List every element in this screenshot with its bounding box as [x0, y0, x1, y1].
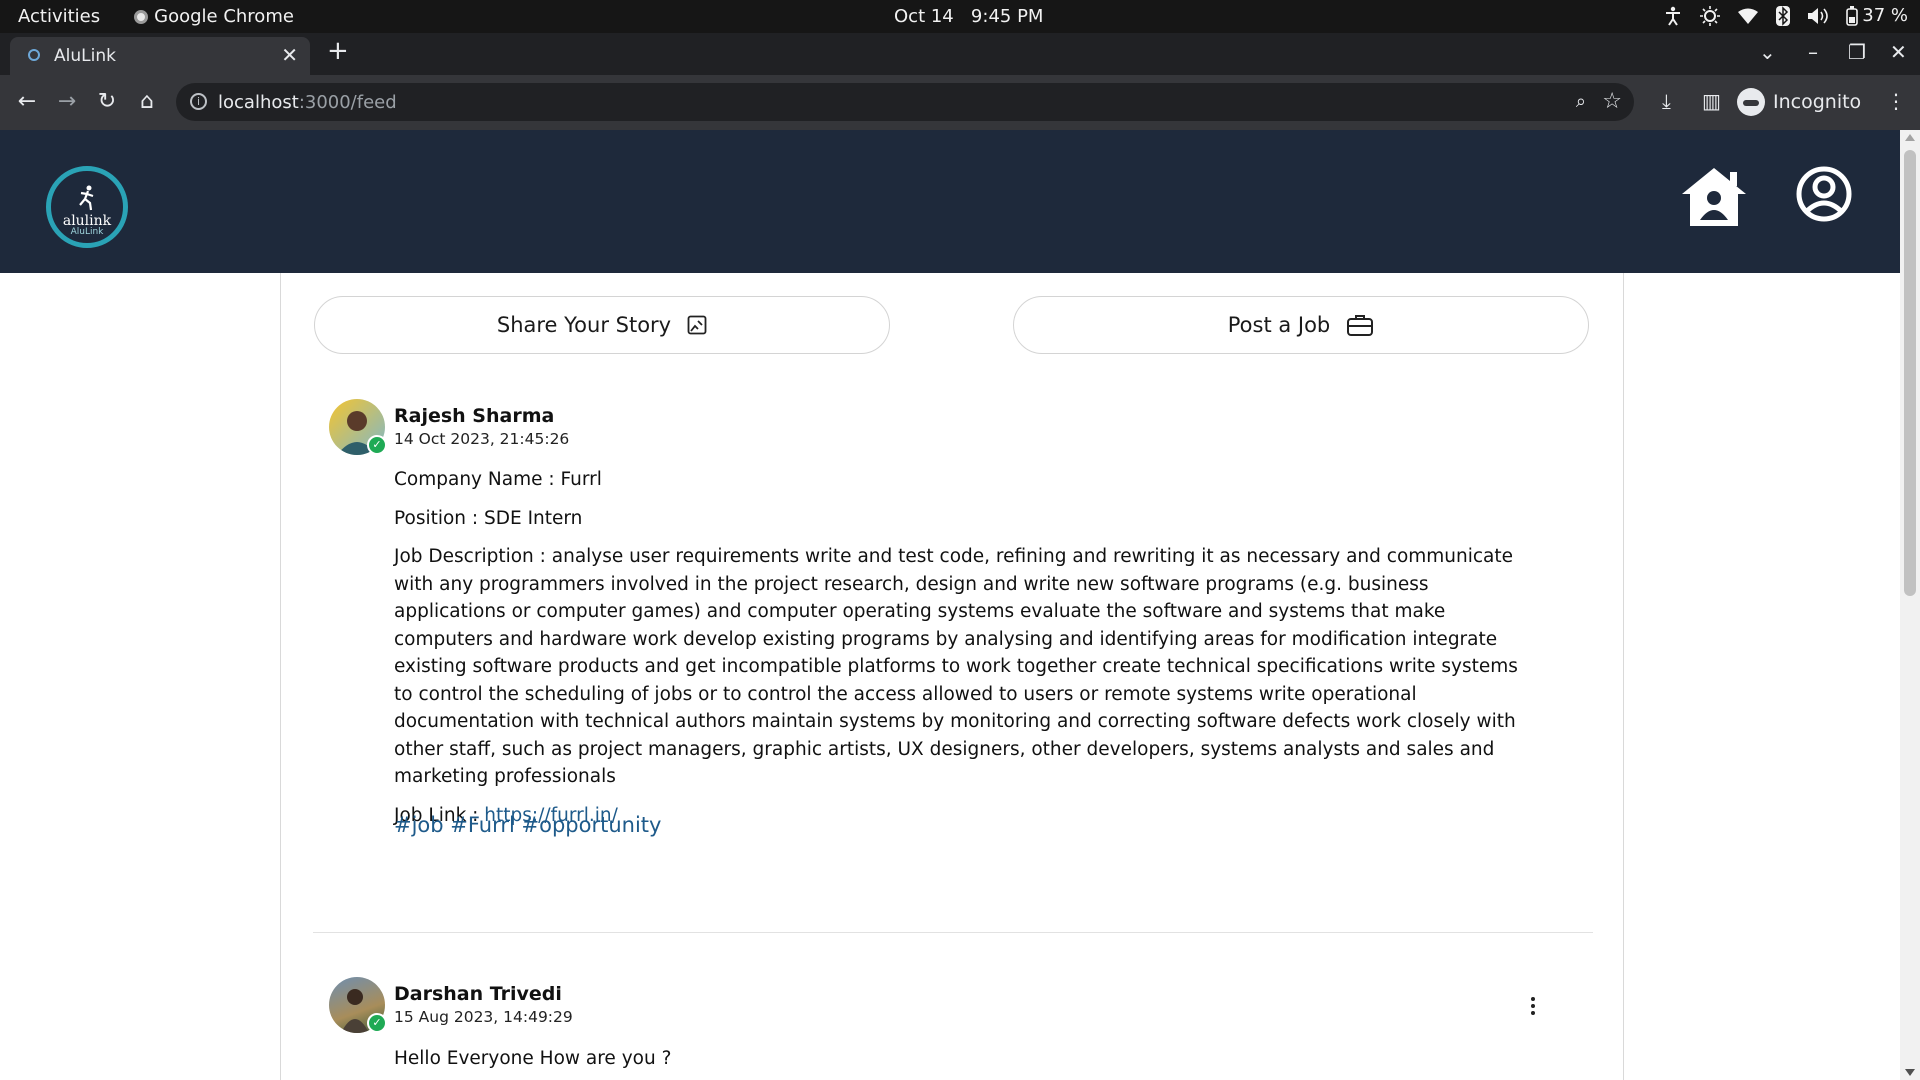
- bluetooth-icon: [1776, 5, 1791, 26]
- share-story-label: Share Your Story: [496, 313, 672, 337]
- post-body: Company Name : Furrl Position : SDE Inte…: [394, 466, 1539, 829]
- app-header: alulink AluLink: [0, 130, 1900, 273]
- browser-toolbar: ← → ↻ ⌂ i localhost:3000/feed ⌕ ☆ ⤓ ▥ In…: [0, 75, 1920, 130]
- description-text: Job Description : analyse user requireme…: [394, 546, 1518, 787]
- incognito-label: Incognito: [1773, 91, 1862, 113]
- battery-percent: 37 %: [1862, 5, 1908, 26]
- time-label: 9:45 PM: [970, 6, 1044, 27]
- date-label: Oct 14: [894, 6, 954, 27]
- company-line: Company Name : Furrl: [394, 469, 602, 490]
- post-tags[interactable]: #job #Furrl #opportunity: [394, 813, 661, 837]
- post-timestamp: 15 Aug 2023, 14:49:29: [394, 1008, 573, 1026]
- minimize-button[interactable]: –: [1808, 40, 1818, 64]
- back-button[interactable]: ←: [14, 89, 40, 115]
- home-user-icon[interactable]: [1680, 166, 1748, 228]
- restore-button[interactable]: ❐: [1848, 40, 1866, 64]
- post-divider: [313, 932, 1593, 933]
- feed-column: Share Your Story Post a Job ✓ Rajesh Sha…: [280, 273, 1624, 1080]
- site-info-icon[interactable]: i: [190, 93, 207, 110]
- app-name: Google Chrome: [154, 6, 294, 27]
- post-body: Hello Everyone How are you ?: [394, 1048, 672, 1069]
- battery-icon: [1846, 5, 1859, 26]
- close-tab-icon[interactable]: ✕: [281, 43, 298, 67]
- browser-tab[interactable]: AluLink ✕: [10, 37, 310, 75]
- menu-kebab-icon[interactable]: ⋮: [1886, 89, 1906, 113]
- logo-subtext: AluLink: [70, 227, 104, 237]
- activities-button[interactable]: Activities: [18, 6, 100, 27]
- alulink-logo[interactable]: alulink AluLink: [46, 166, 128, 248]
- zoom-icon[interactable]: ⌕: [1576, 91, 1586, 112]
- post-author[interactable]: Darshan Trivedi: [394, 983, 562, 1005]
- scroll-thumb[interactable]: [1904, 150, 1916, 596]
- scroll-up-arrow-icon[interactable]: [1905, 134, 1915, 141]
- reload-button[interactable]: ↻: [94, 89, 120, 115]
- brightness-icon: [1700, 5, 1721, 26]
- close-window-button[interactable]: ✕: [1890, 40, 1907, 64]
- verified-badge-icon: ✓: [367, 1013, 387, 1033]
- tab-search-icon[interactable]: ⌄: [1759, 40, 1776, 64]
- home-button[interactable]: ⌂: [134, 89, 160, 115]
- favicon-icon: [28, 49, 40, 61]
- url-host: localhost: [218, 92, 299, 113]
- accessibility-icon: [1666, 6, 1681, 26]
- bookmark-star-icon[interactable]: ☆: [1602, 89, 1622, 114]
- post-job-label: Post a Job: [1227, 313, 1331, 337]
- os-top-bar: Activities Google Chrome Oct 14 9:45 PM …: [0, 0, 1920, 33]
- wifi-icon: [1738, 8, 1759, 24]
- system-tray[interactable]: 37 %: [1664, 5, 1908, 26]
- post-options-icon[interactable]: [1531, 997, 1537, 1015]
- chrome-icon: [134, 9, 149, 24]
- page-scrollbar[interactable]: [1900, 130, 1920, 1080]
- share-story-button[interactable]: Share Your Story: [314, 296, 890, 354]
- profile-icon[interactable]: [1796, 166, 1852, 222]
- position-line: Position : SDE Intern: [394, 507, 583, 529]
- post-job-button[interactable]: Post a Job: [1013, 296, 1589, 354]
- volume-icon: [1808, 7, 1829, 24]
- briefcase-icon: [1347, 315, 1374, 336]
- new-tab-button[interactable]: +: [327, 38, 349, 64]
- side-panel-icon[interactable]: ▥: [1702, 89, 1721, 113]
- post-author[interactable]: Rajesh Sharma: [394, 405, 554, 427]
- page-viewport: alulink AluLink Share Your Story Post a …: [0, 130, 1900, 1080]
- forward-button[interactable]: →: [54, 89, 80, 115]
- url-text[interactable]: localhost:3000/feed: [218, 92, 397, 113]
- verified-badge-icon: ✓: [367, 435, 387, 455]
- download-icon[interactable]: ⤓: [1662, 89, 1671, 113]
- scroll-down-arrow-icon[interactable]: [1905, 1069, 1915, 1076]
- runner-icon: [79, 185, 94, 211]
- incognito-profile-button[interactable]: Incognito: [1737, 83, 1861, 121]
- clock[interactable]: Oct 14 9:45 PM: [894, 6, 1043, 27]
- edit-image-icon: [687, 315, 707, 335]
- address-bar[interactable]: i localhost:3000/feed ⌕ ☆: [176, 83, 1634, 121]
- tab-strip: AluLink ✕: [0, 33, 1920, 75]
- incognito-icon: [1737, 88, 1765, 116]
- url-path: :3000/feed: [298, 92, 397, 113]
- app-menu[interactable]: Google Chrome: [134, 6, 294, 27]
- tab-title: AluLink: [54, 46, 116, 66]
- post-timestamp: 14 Oct 2023, 21:45:26: [394, 430, 570, 448]
